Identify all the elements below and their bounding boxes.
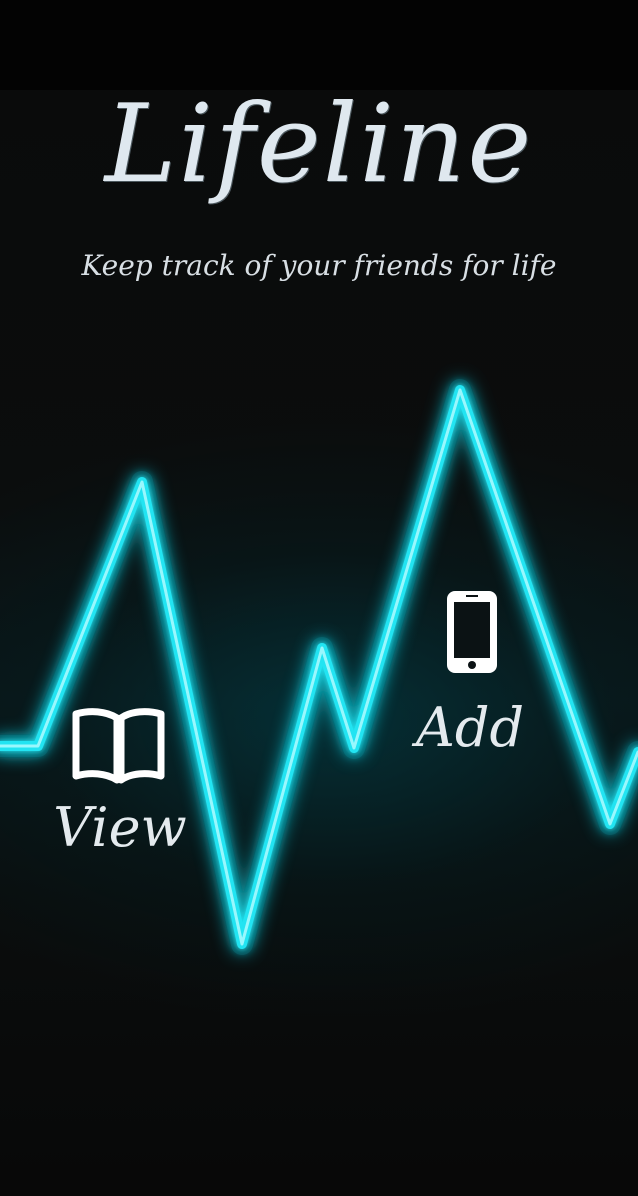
app-tagline: Keep track of your friends for life: [81, 249, 557, 282]
smartphone-icon: [444, 588, 500, 676]
add-button[interactable]: Add: [400, 580, 540, 760]
book-icon: [70, 706, 168, 786]
view-label: View: [53, 796, 187, 859]
app-title: Lifeline: [104, 82, 534, 207]
add-label: Add: [415, 696, 525, 759]
view-button[interactable]: View: [50, 700, 190, 870]
app-screen: Lifeline Keep track of your friends for …: [0, 0, 638, 1196]
